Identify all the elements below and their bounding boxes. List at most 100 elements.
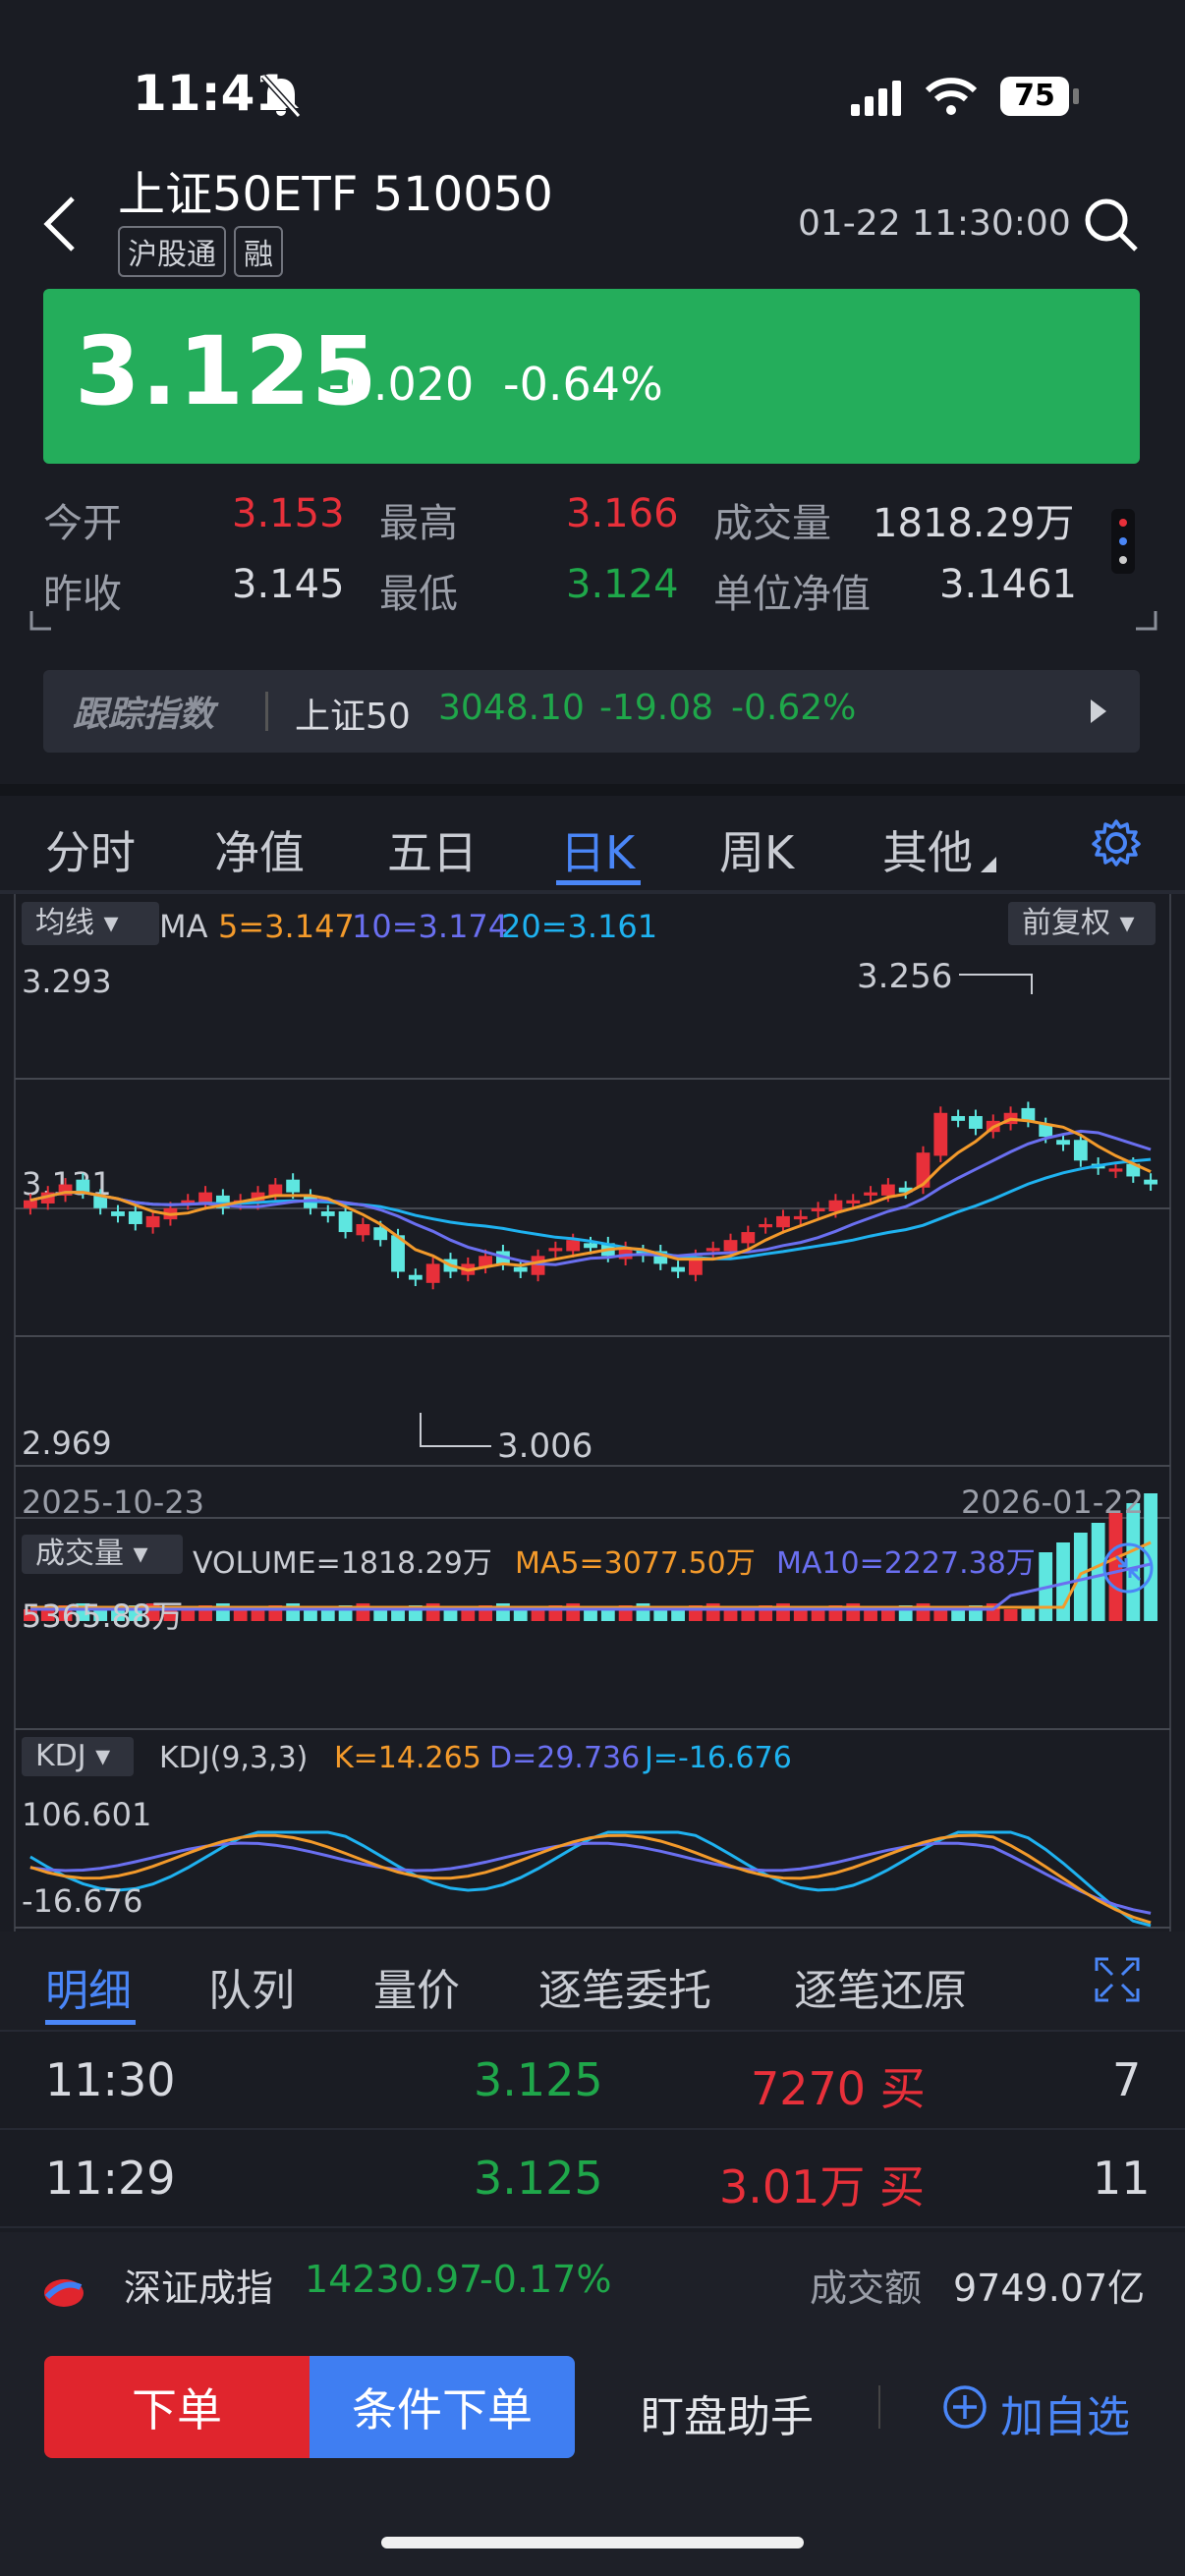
candle-body — [1073, 1140, 1088, 1161]
candle-body — [24, 1200, 37, 1208]
kdj-k: K=14.265 — [334, 1741, 481, 1775]
candle-body — [723, 1240, 738, 1252]
candle-body — [828, 1200, 843, 1212]
detail-tab-underline — [45, 2020, 136, 2025]
gear-icon[interactable] — [1091, 817, 1142, 868]
candle-body — [566, 1240, 581, 1252]
candle-body — [408, 1274, 423, 1280]
tab-queue[interactable]: 队列 — [208, 1955, 295, 2018]
kdj-j: J=-16.676 — [645, 1741, 792, 1775]
more-dots-icon[interactable] — [1108, 509, 1138, 574]
row-divider — [0, 2226, 1185, 2228]
candle-body — [268, 1184, 283, 1196]
volume-bar — [373, 1609, 388, 1621]
candle-body — [811, 1207, 825, 1212]
tab-nav[interactable]: 净值 — [214, 817, 305, 882]
low-marker: 3.006 — [497, 1427, 593, 1466]
kdj-y-bottom: -16.676 — [22, 1882, 143, 1920]
tracking-index-change: -19.08 — [599, 688, 714, 728]
tab-tick-replay[interactable]: 逐笔还原 — [794, 1955, 967, 2018]
volume-bar — [793, 1609, 808, 1621]
trade-count: 7 — [1112, 2053, 1142, 2106]
tag-hk-connect: 沪股通 — [118, 226, 226, 277]
candle-body — [1021, 1107, 1036, 1121]
tab-intraday[interactable]: 分时 — [45, 817, 136, 882]
date-start: 2025-10-23 — [22, 1484, 204, 1521]
trade-price: 3.125 — [474, 2152, 603, 2205]
trade-time: 11:30 — [45, 2053, 176, 2106]
volume-bar — [864, 1609, 877, 1621]
volume-bar — [304, 1609, 317, 1621]
trade-count: 11 — [1093, 2152, 1151, 2205]
candle-body — [145, 1215, 160, 1228]
open-label: 今开 — [43, 501, 122, 546]
conditional-order-button[interactable]: 条件下单 — [310, 2356, 575, 2458]
page-title: 上证50ETF 510050 — [118, 167, 553, 222]
tab-weekly-k[interactable]: 周K — [719, 817, 794, 882]
volume-label: 成交量 — [713, 501, 831, 546]
volume-value: 1818.29万 — [873, 501, 1075, 546]
tab-volume-price[interactable]: 量价 — [373, 1955, 460, 2018]
add-circle-icon — [943, 2385, 987, 2429]
dropdown-corner-icon — [981, 857, 996, 872]
candle-body — [969, 1116, 983, 1129]
kdj-selector-button[interactable]: KDJ ▾ — [22, 1737, 134, 1776]
tab-detail[interactable]: 明细 — [45, 1955, 132, 2018]
battery-tip — [1073, 88, 1079, 104]
quote-datetime: 01-22 11:30:00 — [798, 203, 1071, 244]
search-icon[interactable] — [1081, 195, 1140, 253]
volume-bar — [933, 1609, 948, 1621]
tab-five-day[interactable]: 五日 — [387, 817, 478, 882]
candle-body — [425, 1263, 440, 1283]
candle-body — [548, 1248, 563, 1252]
candle-body — [128, 1211, 142, 1224]
price-banner: 3.125 -0.020 -0.64% — [43, 289, 1140, 464]
chevron-right-icon — [1091, 700, 1106, 723]
footer-index-name: 深证成指 — [124, 2267, 274, 2310]
add-watchlist-button[interactable]: 加自选 — [1000, 2381, 1130, 2444]
candle-body — [776, 1215, 790, 1228]
candle-body — [671, 1266, 685, 1272]
candle-body — [584, 1243, 597, 1249]
expand-corner-icon[interactable] — [29, 609, 1159, 633]
candle-body — [846, 1200, 861, 1204]
trade-volume: 7270 买 — [751, 2062, 926, 2115]
order-button[interactable]: 下单 — [44, 2356, 310, 2458]
collapse-arrows-icon[interactable] — [1100, 1540, 1156, 1596]
tab-daily-k[interactable]: 日K — [560, 817, 635, 882]
volume-bar — [1021, 1607, 1036, 1621]
kdj-selector-label: KDJ — [35, 1739, 86, 1773]
section-gap — [0, 784, 1185, 796]
candle-body — [741, 1232, 756, 1244]
high-marker: 3.256 — [857, 957, 953, 996]
divider — [265, 692, 268, 731]
kline-chart[interactable] — [0, 884, 1185, 1945]
low-value: 3.124 — [566, 562, 679, 607]
candle-body — [111, 1211, 125, 1216]
monitor-assistant-button[interactable]: 盯盘助手 — [641, 2381, 814, 2444]
tab-other[interactable]: 其他 — [882, 817, 973, 882]
kdj-params: KDJ(9,3,3) — [159, 1741, 309, 1775]
back-arrow-icon[interactable] — [39, 193, 79, 255]
chevron-down-icon: ▾ — [95, 1739, 111, 1773]
tracking-index-bar[interactable]: 跟踪指数 上证50 3048.10 -19.08 -0.62% — [43, 670, 1140, 753]
candle-body — [1056, 1140, 1070, 1146]
trade-time: 11:29 — [45, 2152, 176, 2205]
fullscreen-icon[interactable] — [1095, 1957, 1140, 2002]
price-change: -0.020 — [328, 358, 475, 411]
kdj-y-top: 106.601 — [22, 1796, 152, 1833]
volume-bar — [513, 1609, 528, 1621]
open-value: 3.153 — [232, 491, 345, 536]
tab-tick-orders[interactable]: 逐笔委托 — [538, 1955, 711, 2018]
high-value: 3.166 — [566, 491, 679, 536]
candle-body — [951, 1116, 966, 1121]
row-divider — [0, 2030, 1185, 2032]
candle-body — [864, 1192, 877, 1196]
footer-index-pct: -0.17% — [480, 2258, 612, 2301]
footer-divider — [878, 2385, 880, 2429]
tracking-label: 跟踪指数 — [73, 695, 215, 735]
volume-selector-button[interactable]: 成交量 ▾ — [22, 1535, 183, 1574]
volume-bar — [1003, 1609, 1018, 1621]
candle-body — [705, 1248, 720, 1252]
volume-bar — [723, 1609, 738, 1621]
